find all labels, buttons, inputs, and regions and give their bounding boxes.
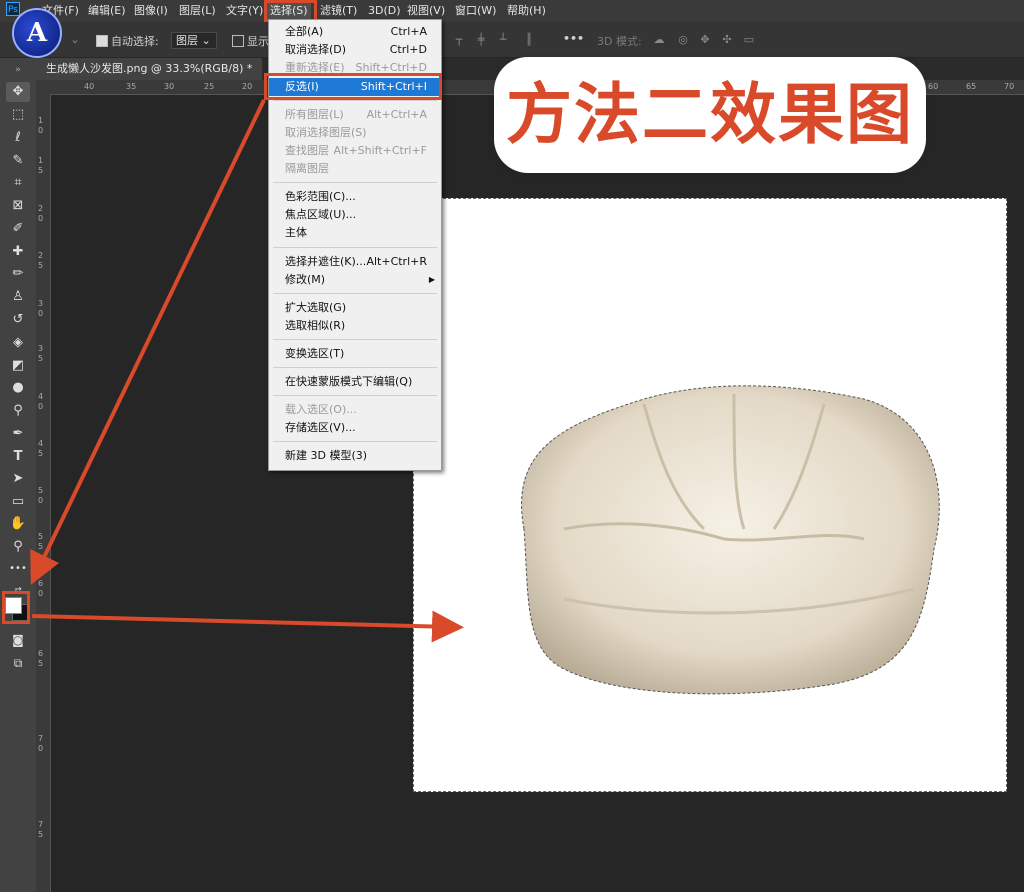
annotation-arrows <box>30 99 464 643</box>
arrow-menu-to-swatch <box>30 99 266 585</box>
arrow-swatch-to-canvas <box>31 610 464 643</box>
